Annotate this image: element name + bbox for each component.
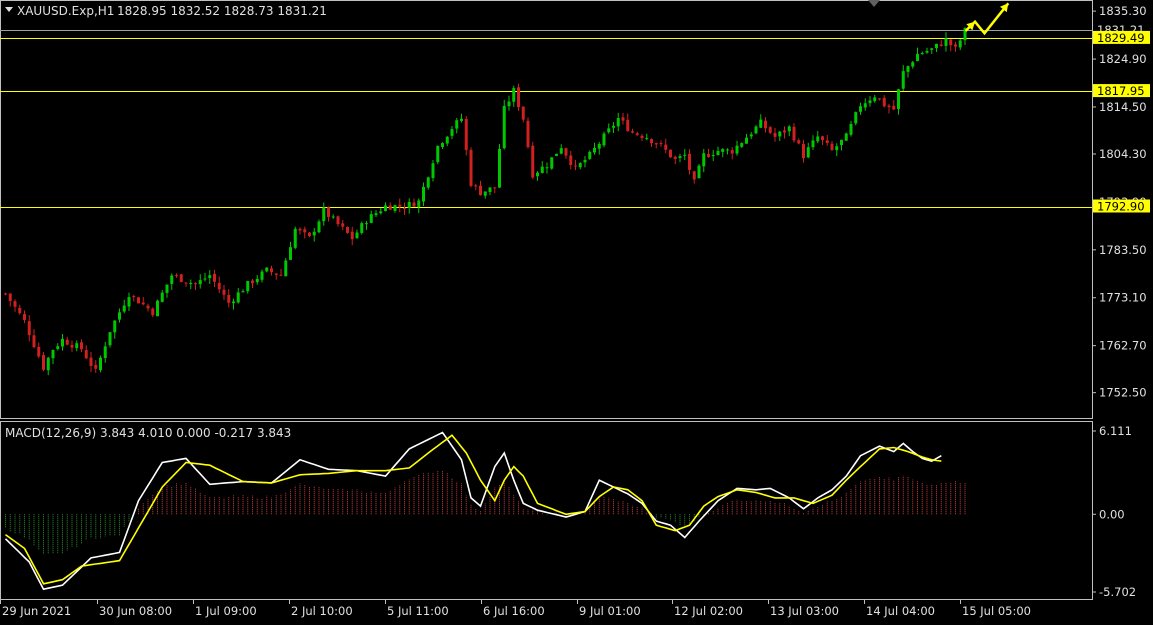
candle bbox=[137, 296, 140, 304]
macd-tick-label: -5.702 bbox=[1099, 585, 1136, 599]
time-tick-label: 15 Jul 05:00 bbox=[962, 604, 1031, 618]
price-tick-label: 1762.70 bbox=[1099, 339, 1147, 353]
time-tick-label: 12 Jul 02:00 bbox=[674, 604, 743, 618]
level-price-tag: 1829.49 bbox=[1093, 30, 1150, 45]
price-axis: 1835.301824.901814.501804.301793.901783.… bbox=[1092, 4, 1150, 400]
time-tick-label: 1 Jul 09:00 bbox=[195, 604, 257, 618]
candle bbox=[669, 149, 672, 159]
time-tick-label: 14 Jul 04:00 bbox=[866, 604, 935, 618]
candle bbox=[854, 111, 858, 126]
price-tick-label: 1752.50 bbox=[1099, 386, 1147, 400]
price-tick-label: 1814.50 bbox=[1099, 100, 1147, 114]
candle bbox=[502, 99, 506, 150]
candle bbox=[436, 145, 440, 165]
candle bbox=[346, 226, 349, 234]
svg-text:1829.49: 1829.49 bbox=[1097, 31, 1145, 45]
candle bbox=[844, 132, 848, 141]
svg-text:1792.90: 1792.90 bbox=[1097, 200, 1145, 214]
macd-label: MACD(12,26,9) 3.843 4.010 0.000 -0.217 3… bbox=[5, 426, 291, 440]
candle bbox=[526, 117, 530, 149]
candle bbox=[360, 221, 364, 235]
time-tick-label: 6 Jul 16:00 bbox=[483, 604, 545, 618]
price-tick-label: 1783.50 bbox=[1099, 243, 1147, 257]
candle bbox=[293, 226, 297, 250]
time-tick-label: 2 Jul 10:00 bbox=[291, 604, 353, 618]
chart-canvas[interactable]: 1835.301824.901814.501804.301793.901783.… bbox=[0, 0, 1153, 621]
time-tick-label: 9 Jul 01:00 bbox=[579, 604, 641, 618]
svg-text:1817.95: 1817.95 bbox=[1097, 84, 1145, 98]
price-tick-label: 1835.30 bbox=[1099, 4, 1147, 18]
price-tick-label: 1804.30 bbox=[1099, 147, 1147, 161]
candle bbox=[99, 355, 102, 373]
macd-tick-label: 6.111 bbox=[1099, 424, 1132, 438]
candle bbox=[284, 257, 288, 277]
time-tick-label: 30 Jun 08:00 bbox=[99, 604, 172, 618]
price-tick-label: 1773.10 bbox=[1099, 291, 1147, 305]
time-tick-label: 13 Jul 03:00 bbox=[770, 604, 839, 618]
level-price-tag: 1792.90 bbox=[1093, 199, 1150, 214]
ohlc-label: 1828.95 1832.52 1828.73 1831.21 bbox=[117, 4, 327, 18]
candle bbox=[156, 299, 159, 317]
price-tick-label: 1824.90 bbox=[1099, 52, 1147, 66]
trading-chart[interactable]: 1835.301824.901814.501804.301793.901783.… bbox=[0, 0, 1153, 621]
candle bbox=[179, 273, 183, 283]
candle bbox=[697, 163, 701, 179]
time-tick-label: 29 Jun 2021 bbox=[2, 604, 71, 618]
level-price-tag: 1817.95 bbox=[1093, 84, 1150, 98]
candle bbox=[498, 144, 501, 189]
candle bbox=[517, 83, 520, 111]
symbol-label: XAUUSD.Exp,H1 bbox=[17, 4, 114, 18]
candle bbox=[469, 147, 473, 188]
macd-tick-label: 0.00 bbox=[1099, 507, 1125, 521]
candle bbox=[555, 153, 558, 157]
candle bbox=[464, 115, 468, 156]
candle bbox=[531, 141, 535, 180]
candle bbox=[602, 131, 606, 148]
candle bbox=[550, 157, 554, 170]
time-tick-label: 5 Jul 11:00 bbox=[387, 604, 449, 618]
